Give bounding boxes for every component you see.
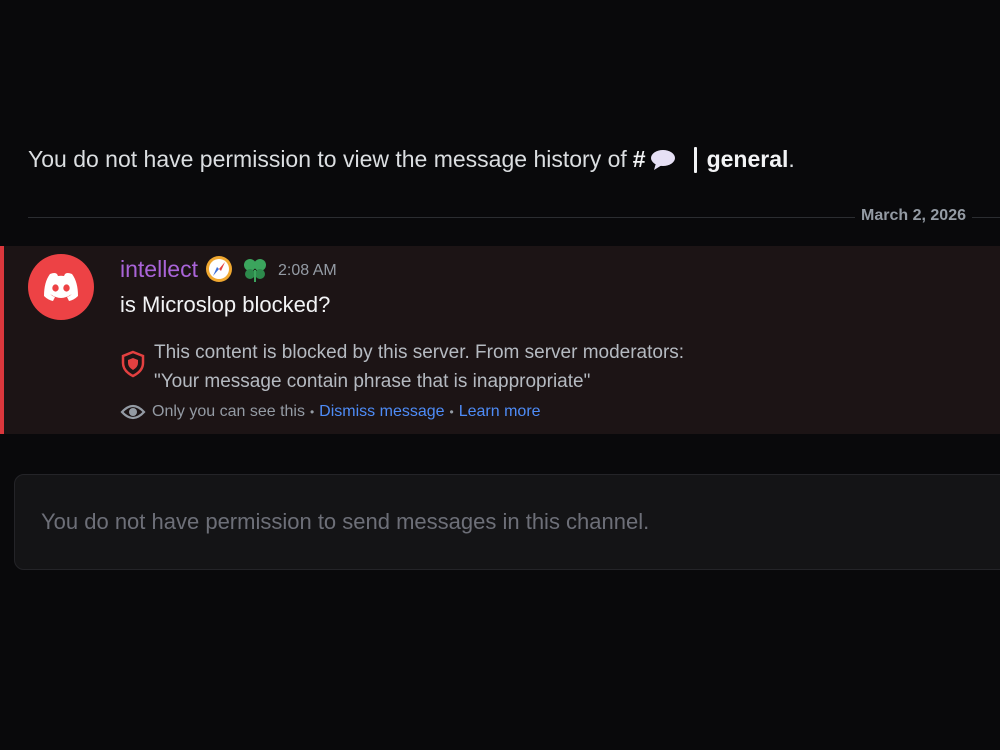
username[interactable]: intellect [120, 256, 198, 283]
channel-hash: # [632, 146, 646, 172]
clover-badge-icon[interactable] [240, 254, 270, 284]
message-composer-disabled: You do not have permission to send messa… [14, 474, 1000, 570]
message-timestamp[interactable]: 2:08 AM [278, 262, 337, 280]
channel-divider-bar [693, 146, 697, 173]
history-permission-notice: You do not have permission to view the m… [28, 146, 795, 173]
discord-logo-icon [44, 273, 78, 301]
separator-dot: • [449, 405, 454, 419]
speech-bubble-icon [650, 149, 675, 170]
ephemeral-text: Only you can see this [152, 403, 305, 420]
blocked-reason-line-2: "Your message contain phrase that is ina… [154, 371, 591, 392]
channel-name[interactable]: general [707, 146, 789, 173]
learn-more-link[interactable]: Learn more [459, 403, 541, 421]
chat-view: You do not have permission to view the m… [0, 0, 1000, 750]
history-notice-text: You do not have permission to view the m… [28, 146, 627, 172]
date-divider-label: March 2, 2026 [855, 207, 972, 225]
blocked-message[interactable]: intellect 2:08 AM is Microslop blocked? [0, 246, 1000, 434]
message-content: is Microslop blocked? [120, 292, 331, 317]
dismiss-message-link[interactable]: Dismiss message [319, 403, 444, 421]
composer-permission-text: You do not have permission to send messa… [41, 509, 650, 534]
ephemeral-notice: Only you can see this • Dismiss message … [120, 402, 541, 422]
automod-block-notice: This content is blocked by this server. … [120, 338, 684, 396]
shield-icon [121, 350, 145, 378]
eye-icon [120, 404, 146, 420]
separator-dot: • [309, 405, 315, 419]
message-header: intellect 2:08 AM [120, 254, 337, 284]
compass-badge-icon[interactable] [204, 254, 234, 284]
avatar[interactable] [28, 254, 94, 320]
blocked-reason-text: This content is blocked by this server. … [154, 338, 684, 396]
blocked-reason-line-1: This content is blocked by this server. … [154, 342, 685, 363]
history-notice-suffix: . [788, 146, 795, 172]
